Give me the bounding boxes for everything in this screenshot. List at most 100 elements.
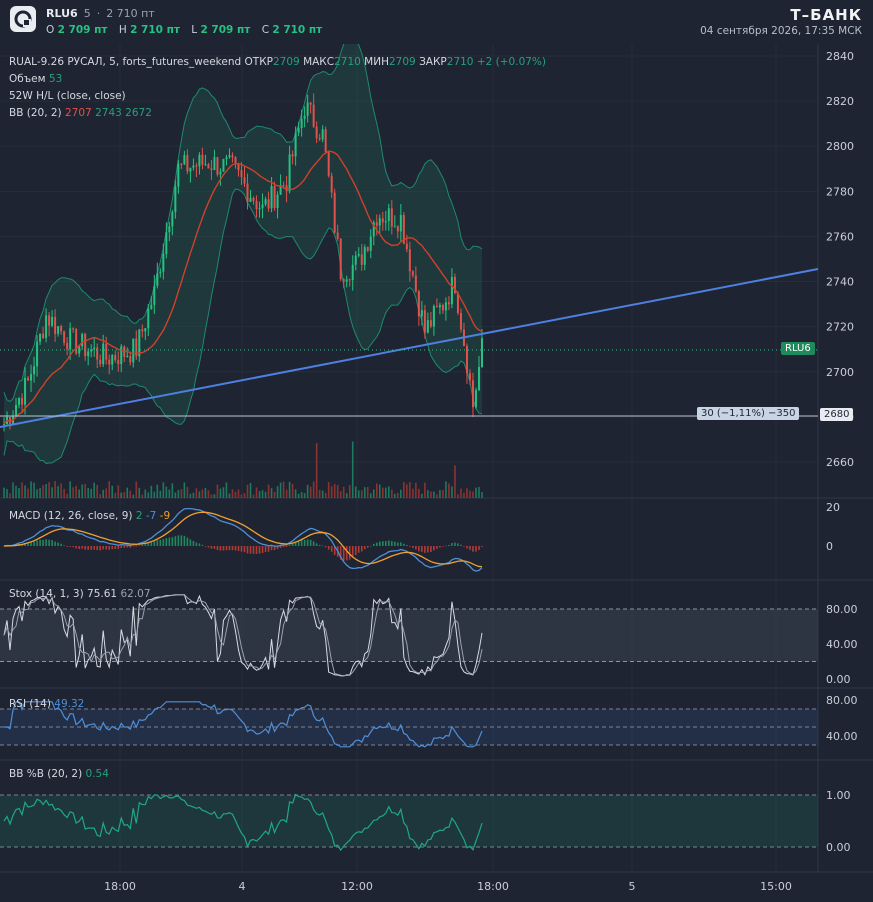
measure-tag[interactable]: 30 (−1,11%) [697, 407, 769, 420]
candle-body [327, 152, 330, 176]
volume-bar [318, 490, 321, 498]
candle-body [222, 159, 225, 172]
volume-bar [369, 493, 372, 498]
candle-body [258, 208, 261, 210]
macd-hist-bar [288, 544, 291, 546]
macd-hist-bar [141, 544, 144, 546]
candle-body [54, 316, 57, 334]
volume-bar [72, 487, 74, 498]
legend-macd[interactable]: MACD (12, 26, close, 9) 2 -7 -9 [9, 510, 170, 522]
last-price: 2 710 пт [106, 7, 155, 20]
volume-bar [12, 482, 14, 498]
macd-hist-bar [168, 537, 171, 546]
volume-bar [90, 488, 92, 498]
volume-bar [333, 483, 336, 498]
macd-hist-bar [354, 546, 357, 555]
volume-bar [120, 492, 123, 498]
macd-hist-bar [138, 545, 141, 546]
volume-bar [342, 486, 345, 498]
macd-hist-bar [162, 539, 165, 546]
symbol-line[interactable]: RLU6 5 · 2 710 пт [46, 7, 155, 20]
macd-hist-bar [36, 540, 38, 546]
candle-body [108, 359, 111, 365]
volume-bar [102, 489, 105, 498]
candle-body [441, 304, 444, 311]
macd-hist-bar [363, 546, 366, 550]
volume-bar [403, 482, 405, 498]
volume-bar [237, 489, 240, 498]
volume-bar [412, 488, 414, 498]
chart-canvas[interactable]: 2840 2820 2800 2780 2760 2740 2720 2700 2680 2660… [0, 44, 873, 902]
ohlc-line: O 2 709 пт H 2 710 пт L 2 709 пт C 2 710… [46, 24, 330, 36]
candle-body [387, 208, 390, 222]
volume-bar [261, 490, 264, 498]
volume-bar [108, 481, 111, 498]
volume-bar [222, 487, 225, 498]
macd-hist-bar [451, 542, 453, 546]
macd-hist-bar [282, 546, 285, 548]
volume-bar [258, 491, 261, 498]
volume-bar [439, 490, 441, 498]
candle-body [129, 355, 132, 363]
volume-bar [264, 491, 267, 498]
macd-hist-bar [192, 540, 195, 546]
legend-stoch[interactable]: Stox (14, 1, 3) 75.61 62.07 [9, 588, 151, 600]
candle-body [444, 302, 447, 311]
candle-body [450, 276, 453, 305]
macd-hist-bar [147, 543, 150, 546]
time-tick-label: 15:00 [760, 880, 792, 893]
macd-hist-bar [153, 541, 156, 546]
candle-body [447, 302, 450, 305]
volume-bar [288, 481, 291, 498]
macd-hist-bar [102, 546, 105, 550]
macd-hist-bar [412, 546, 414, 549]
volume-bar [469, 490, 471, 498]
candle-body [291, 154, 294, 157]
volume-bar [327, 482, 330, 498]
macd-hist-bar [430, 546, 432, 552]
volume-bar [312, 481, 315, 498]
macd-hist-bar [150, 542, 153, 546]
macd-hist-bar [378, 541, 381, 546]
legend-volume[interactable]: Объем 53 [9, 73, 62, 85]
volume-bar [42, 485, 44, 498]
macd-hist-bar [99, 546, 102, 551]
price-axis: 2840282028002780276027402720270026802660… [826, 50, 858, 854]
volume-bar [276, 486, 279, 498]
macd-hist-bar [207, 546, 210, 548]
rsi-tick-label: 80.00 [826, 694, 858, 707]
price-tick-label: 2800 [826, 140, 854, 153]
macd-hist-bar [258, 546, 261, 554]
macd-hist-bar [213, 546, 216, 549]
candle-body [231, 155, 234, 158]
macd-hist-bar [324, 546, 327, 548]
volume-bar [400, 489, 402, 498]
legend-bbpb[interactable]: BB %B (20, 2) 0.54 [9, 768, 109, 780]
candle-body [186, 155, 189, 172]
candle-body [225, 157, 228, 160]
legend-52w[interactable]: 52W H/L (close, close) [9, 90, 126, 102]
macd-hist-bar [90, 546, 92, 550]
volume-bar [372, 489, 375, 498]
macd-hist-bar [48, 539, 50, 546]
legend-rsi[interactable]: RSI (14) 49.32 [9, 698, 84, 710]
price-tick-label: 2740 [826, 276, 854, 289]
macd-hist-bar [424, 546, 426, 553]
macd-hist-bar [144, 544, 147, 546]
macd-hist-bar [60, 543, 62, 546]
candle-body [72, 328, 75, 330]
volume-bar [114, 492, 117, 498]
volume-bar [144, 489, 147, 498]
candle-body [180, 163, 183, 165]
candle-body [90, 349, 93, 352]
candle-body [321, 129, 324, 140]
volume-bar [336, 485, 339, 498]
candle-body [66, 342, 69, 350]
candle-body [15, 404, 18, 416]
candle-body [435, 305, 438, 308]
price-tick-label: 2660 [826, 456, 854, 469]
volume-bar [448, 483, 450, 498]
candle-body [333, 192, 336, 233]
legend-bb[interactable]: BB (20, 2) 2707 2743 2672 [9, 107, 152, 119]
candle-body [405, 243, 408, 250]
